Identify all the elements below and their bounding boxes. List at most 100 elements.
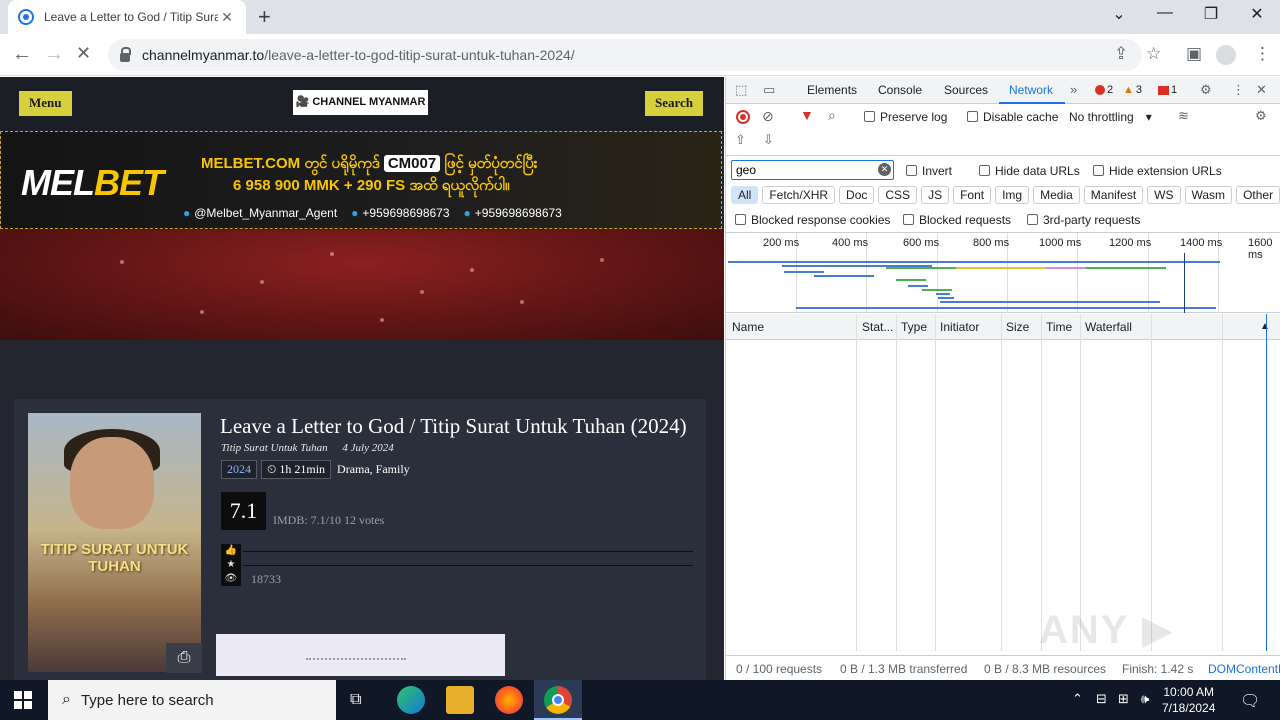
notifications-icon[interactable]: 🗨	[1240, 691, 1260, 711]
back-button[interactable]: ←	[12, 43, 32, 66]
taskbar-clock[interactable]: 10:00 AM 7/18/2024	[1162, 684, 1215, 716]
movie-subtitle: Titip Surat Untuk Tuhan 4 July 2024	[221, 442, 406, 454]
edge-icon[interactable]	[397, 686, 425, 714]
settings-gear-icon[interactable]: ⚙	[1200, 82, 1212, 98]
volume-icon[interactable]: 🕪	[1141, 691, 1149, 707]
issues-count-badge[interactable]: 1	[1158, 84, 1177, 96]
show-hidden-icons-chevron-icon[interactable]: ⌃	[1072, 691, 1083, 707]
col-waterfall[interactable]: Waterfall	[1085, 320, 1132, 334]
network-toolbar: ⊘ ▼ ⌕ Preserve log Disable cache No thro…	[726, 105, 1280, 129]
network-settings-icon[interactable]: ⚙	[1255, 108, 1267, 124]
tab-console[interactable]: Console	[878, 83, 922, 97]
year-tag[interactable]: 2024	[221, 460, 257, 479]
device-toolbar-icon[interactable]: ▭	[763, 82, 775, 98]
sort-arrow-icon[interactable]: ▲	[1260, 321, 1270, 332]
filter-img[interactable]: Img	[995, 186, 1030, 204]
filter-all[interactable]: All	[731, 186, 759, 204]
close-tab-icon[interactable]: ✕	[218, 9, 236, 26]
blocked-cookies-checkbox[interactable]: Blocked response cookies	[735, 213, 890, 227]
disable-cache-checkbox[interactable]: Disable cache	[967, 110, 1058, 124]
start-button[interactable]	[14, 691, 32, 709]
search-icon[interactable]: ⌕	[828, 107, 836, 124]
lock-icon[interactable]	[120, 46, 131, 62]
hide-data-urls-checkbox[interactable]: Hide data URLs	[979, 164, 1080, 178]
filter-other[interactable]: Other	[1236, 186, 1280, 204]
filter-doc[interactable]: Doc	[839, 186, 875, 204]
clear-icon[interactable]: ⊘	[762, 108, 774, 125]
col-time[interactable]: Time	[1046, 320, 1072, 334]
col-initiator[interactable]: Initiator	[940, 320, 979, 334]
tab-sources[interactable]: Sources	[944, 83, 988, 97]
record-icon[interactable]	[736, 110, 750, 124]
request-count: 0 / 100 requests	[736, 662, 823, 676]
export-har-icon[interactable]: ⇩	[763, 132, 774, 148]
url-host: channelmyanmar.to	[142, 47, 265, 63]
filter-media[interactable]: Media	[1033, 186, 1080, 204]
bookmark-star-icon[interactable]: ☆	[1146, 44, 1161, 64]
filter-css[interactable]: CSS	[878, 186, 918, 204]
filter-manifest[interactable]: Manifest	[1083, 186, 1144, 204]
movie-card: TITIP SURAT UNTUK TUHAN ⎙ Leave a Letter…	[14, 399, 706, 680]
error-count-badge[interactable]: 2	[1095, 84, 1113, 96]
browser-tab[interactable]: Leave a Letter to God / Titip Surat ✕	[8, 0, 246, 34]
request-table-body[interactable]	[726, 340, 1280, 651]
share-icon[interactable]: ⇪	[1114, 44, 1128, 64]
task-view-icon[interactable]: ⧉	[350, 691, 361, 709]
close-devtools-icon[interactable]: ✕	[1256, 82, 1267, 98]
taskbar-search[interactable]: ⌕ Type here to search	[48, 680, 336, 720]
tab-search-icon[interactable]: ⌄	[1096, 4, 1142, 24]
address-bar[interactable]: channelmyanmar.to /leave-a-letter-to-god…	[108, 39, 1142, 71]
stop-loading-icon[interactable]: ✕	[76, 43, 91, 64]
warning-count-badge[interactable]: ▲ 3	[1123, 84, 1142, 96]
network-tray-icon[interactable]: ⊟	[1096, 691, 1107, 707]
print-icon[interactable]: ⎙	[166, 643, 202, 673]
inspect-element-icon[interactable]: ⬚	[735, 82, 747, 98]
search-button[interactable]: Search	[645, 91, 704, 116]
ad-banner[interactable]: MELBET MELBET.COM တွင် ပရိုမိုကုဒ် CM007…	[0, 131, 722, 229]
restore-button[interactable]: ❐	[1188, 4, 1234, 24]
col-status[interactable]: Stat...	[862, 320, 893, 334]
chrome-taskbar-button[interactable]	[534, 680, 582, 720]
throttling-select[interactable]: No throttling ▾	[1069, 110, 1152, 124]
filter-wasm[interactable]: Wasm	[1184, 186, 1233, 204]
import-har-icon[interactable]: ⇧	[735, 132, 746, 148]
file-explorer-icon[interactable]	[446, 686, 474, 714]
filter-funnel-icon[interactable]: ▼	[800, 107, 814, 123]
col-size[interactable]: Size	[1006, 320, 1029, 334]
col-type[interactable]: Type	[901, 320, 927, 334]
more-tabs-icon[interactable]: »	[1070, 82, 1077, 97]
new-tab-button[interactable]: +	[258, 4, 271, 30]
more-menu-icon[interactable]: ⋮	[1254, 44, 1271, 64]
tab-network[interactable]: Network	[1009, 83, 1053, 97]
ethernet-tray-icon[interactable]: ⊞	[1118, 691, 1129, 707]
site-logo[interactable]: 🎥 CHANNEL MYANMAR	[293, 90, 428, 115]
side-panel-icon[interactable]: ▣	[1186, 44, 1202, 64]
third-party-checkbox[interactable]: 3rd-party requests	[1027, 213, 1140, 227]
forward-button[interactable]: →	[44, 43, 64, 66]
network-overview-timeline[interactable]: 200 ms 400 ms 600 ms 800 ms 1000 ms 1200…	[726, 232, 1280, 313]
filter-js[interactable]: JS	[921, 186, 950, 204]
tab-elements[interactable]: Elements	[807, 83, 857, 97]
filter-fetch-xhr[interactable]: Fetch/XHR	[762, 186, 836, 204]
minimize-button[interactable]: —	[1142, 4, 1188, 22]
profile-avatar-icon[interactable]	[1216, 45, 1236, 65]
menu-button[interactable]: Menu	[19, 91, 72, 116]
genres[interactable]: Drama, Family	[337, 462, 410, 477]
close-window-button[interactable]: ✕	[1234, 4, 1280, 24]
filter-ws[interactable]: WS	[1147, 186, 1181, 204]
network-conditions-icon[interactable]: ≋	[1178, 108, 1189, 124]
movie-poster[interactable]: TITIP SURAT UNTUK TUHAN	[28, 413, 201, 672]
filter-input[interactable]	[731, 160, 894, 180]
firefox-icon[interactable]	[495, 686, 523, 714]
clear-filter-icon[interactable]: ✕	[878, 163, 891, 176]
blocked-requests-checkbox[interactable]: Blocked requests	[903, 213, 1011, 227]
filter-font[interactable]: Font	[953, 186, 992, 204]
hide-extension-urls-checkbox[interactable]: Hide extension URLs	[1093, 164, 1222, 178]
like-icon[interactable]: 👍	[221, 544, 241, 558]
preserve-log-checkbox[interactable]: Preserve log	[864, 110, 947, 124]
embedded-ad[interactable]	[216, 634, 505, 676]
invert-checkbox[interactable]: Invert	[906, 164, 952, 178]
col-name[interactable]: Name	[732, 320, 764, 334]
devtools-menu-icon[interactable]: ⋮	[1232, 82, 1245, 98]
star-icon[interactable]: ★	[221, 558, 241, 572]
